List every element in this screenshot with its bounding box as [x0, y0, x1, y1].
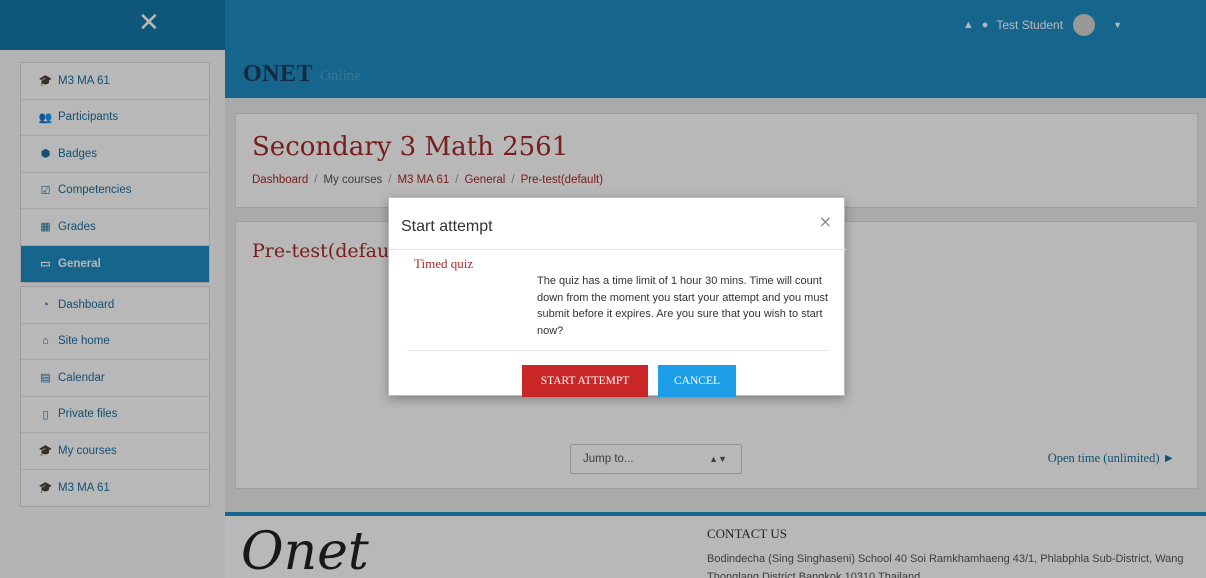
dialog-title: Start attempt — [401, 218, 493, 235]
cancel-button[interactable]: CANCEL — [658, 365, 736, 397]
start-attempt-button[interactable]: START ATTEMPT — [522, 365, 648, 397]
dialog-divider — [389, 249, 846, 250]
dialog-subtitle: Timed quiz — [414, 256, 474, 271]
close-icon[interactable]: × — [819, 212, 832, 231]
dialog-footer-divider — [407, 350, 828, 351]
start-attempt-dialog: Start attempt × Timed quiz The quiz has … — [388, 197, 846, 397]
dialog-message: The quiz has a time limit of 1 hour 30 m… — [537, 275, 829, 337]
